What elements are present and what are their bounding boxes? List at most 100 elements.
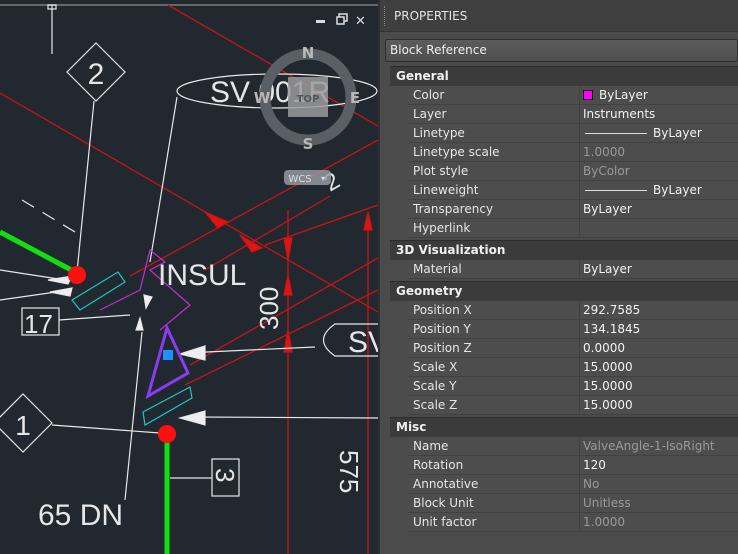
property-row-color[interactable]: Color ByLayer [408, 86, 738, 105]
property-label: Position Y [408, 320, 580, 338]
property-grid: General Color ByLayer Layer Instruments Linet… [390, 66, 738, 532]
grip-handle[interactable] [163, 350, 173, 360]
dn-label: 65 DN [38, 499, 123, 532]
property-value-linetype-scale: 1.0000 [580, 143, 738, 161]
property-label: Layer [408, 105, 580, 123]
property-label: Scale Y [408, 377, 580, 395]
property-row-linetype[interactable]: Linetype ByLayer [408, 124, 738, 143]
section-3d-visualization[interactable]: 3D Visualization [390, 240, 738, 260]
property-value-layer[interactable]: Instruments [580, 105, 738, 123]
property-value-scale-z[interactable]: 15.0000 [580, 396, 738, 414]
property-row-lineweight[interactable]: Lineweight ByLayer [408, 181, 738, 200]
property-row-layer[interactable]: Layer Instruments [408, 105, 738, 124]
viewcube-face-label[interactable]: TOP [297, 94, 320, 105]
dim-300-label: 300 [254, 287, 284, 330]
property-value-material[interactable]: ByLayer [580, 260, 738, 278]
palette-grip-icon[interactable] [384, 6, 387, 26]
property-value-scale-y[interactable]: 15.0000 [580, 377, 738, 395]
property-value-position-z[interactable]: 0.0000 [580, 339, 738, 357]
property-value-linetype[interactable]: ByLayer [580, 124, 738, 142]
compass-east[interactable]: E [350, 89, 360, 107]
property-value-lineweight[interactable]: ByLayer [580, 181, 738, 199]
property-row-block-unit[interactable]: Block Unit Unitless [408, 494, 738, 513]
properties-palette: PROPERTIES Block Reference General Color B… [380, 0, 738, 554]
box-17-label: 17 [24, 309, 53, 339]
property-label: Scale X [408, 358, 580, 376]
property-row-position-y[interactable]: Position Y 134.1845 [408, 320, 738, 339]
property-row-material[interactable]: Material ByLayer [408, 260, 738, 279]
property-row-linetype-scale[interactable]: Linetype scale 1.0000 [408, 143, 738, 162]
property-row-plot-style[interactable]: Plot style ByColor [408, 162, 738, 181]
compass-south[interactable]: S [303, 135, 314, 153]
section-geometry[interactable]: Geometry [390, 281, 738, 301]
property-label: Unit factor [408, 513, 580, 531]
palette-title-bar[interactable]: PROPERTIES [380, 0, 738, 32]
property-row-scale-z[interactable]: Scale Z 15.0000 [408, 396, 738, 415]
property-label: Color [408, 86, 580, 104]
property-value-block-unit: Unitless [580, 494, 738, 512]
property-label: Position X [408, 301, 580, 319]
ucs-label[interactable]: WCS [288, 174, 311, 185]
property-row-scale-x[interactable]: Scale X 15.0000 [408, 358, 738, 377]
property-value-text: 1.0000 [583, 514, 625, 529]
property-value-text: ByLayer [653, 125, 702, 140]
restore-icon[interactable] [336, 13, 348, 25]
property-value-rotation[interactable]: 120 [580, 456, 738, 474]
property-label: Material [408, 260, 580, 278]
tag-2-label: 2 [88, 58, 105, 91]
section-general[interactable]: General [390, 66, 738, 86]
section-misc[interactable]: Misc [390, 417, 738, 437]
object-type-select[interactable]: Block Reference [385, 39, 738, 62]
property-row-name[interactable]: Name ValveAngle-1-IsoRight [408, 437, 738, 456]
property-value-text: ByLayer [653, 182, 702, 197]
pipe-joint [158, 425, 176, 443]
property-value-text: 292.7585 [583, 302, 641, 317]
property-row-unit-factor[interactable]: Unit factor 1.0000 [408, 513, 738, 532]
property-value-text: ByLayer [599, 87, 648, 102]
property-value-position-y[interactable]: 134.1845 [580, 320, 738, 338]
palette-title: PROPERTIES [394, 8, 468, 23]
property-label: Hyperlink [408, 219, 580, 237]
selected-valve-block[interactable] [145, 323, 190, 400]
line-sample-icon [585, 189, 647, 191]
chevron-down-icon[interactable]: ▾ [321, 174, 325, 183]
property-value-text: ByLayer [583, 201, 632, 216]
property-value-text: No [583, 476, 600, 491]
drawing-canvas[interactable]: 2 SV 001R INSUL 17 SV 1 3 65 DN 300 575 … [0, 0, 378, 554]
property-value-unit-factor: 1.0000 [580, 513, 738, 531]
property-label: Annotative [408, 475, 580, 493]
property-row-scale-y[interactable]: Scale Y 15.0000 [408, 377, 738, 396]
property-row-position-z[interactable]: Position Z 0.0000 [408, 339, 738, 358]
property-row-annotative[interactable]: Annotative No [408, 475, 738, 494]
pipe-segment [0, 229, 77, 275]
property-row-hyperlink[interactable]: Hyperlink [408, 219, 738, 238]
property-value-text: Instruments [583, 106, 656, 121]
property-row-position-x[interactable]: Position X 292.7585 [408, 301, 738, 320]
property-value-transparency[interactable]: ByLayer [580, 200, 738, 218]
property-value-scale-x[interactable]: 15.0000 [580, 358, 738, 376]
property-label: Linetype scale [408, 143, 580, 161]
minimize-icon[interactable] [316, 20, 325, 23]
line-sample-icon [585, 132, 647, 134]
pipe-joint [68, 266, 86, 284]
compass-north[interactable]: N [302, 44, 315, 62]
property-value-hyperlink[interactable] [580, 219, 738, 237]
property-label: Position Z [408, 339, 580, 357]
property-label: Lineweight [408, 181, 580, 199]
property-value-position-x[interactable]: 292.7585 [580, 301, 738, 319]
property-value-color[interactable]: ByLayer [580, 86, 738, 104]
tag-1-label: 1 [15, 410, 31, 441]
drawing-viewport[interactable]: 2 SV 001R INSUL 17 SV 1 3 65 DN 300 575 … [0, 0, 378, 554]
property-value-text: 134.1845 [583, 321, 641, 336]
insul-label: INSUL [158, 259, 246, 292]
close-icon[interactable]: ✕ [355, 14, 366, 29]
property-value-text: ByColor [583, 163, 630, 178]
compass-west[interactable]: W [254, 89, 271, 107]
property-value-name: ValveAngle-1-IsoRight [580, 437, 738, 455]
property-value-text: 120 [583, 457, 606, 472]
viewcube[interactable]: TOP N S E W WCS ▾ [254, 44, 360, 185]
property-row-transparency[interactable]: Transparency ByLayer [408, 200, 738, 219]
property-row-rotation[interactable]: Rotation 120 [408, 456, 738, 475]
property-value-text: 15.0000 [583, 397, 633, 412]
property-label: Name [408, 437, 580, 455]
